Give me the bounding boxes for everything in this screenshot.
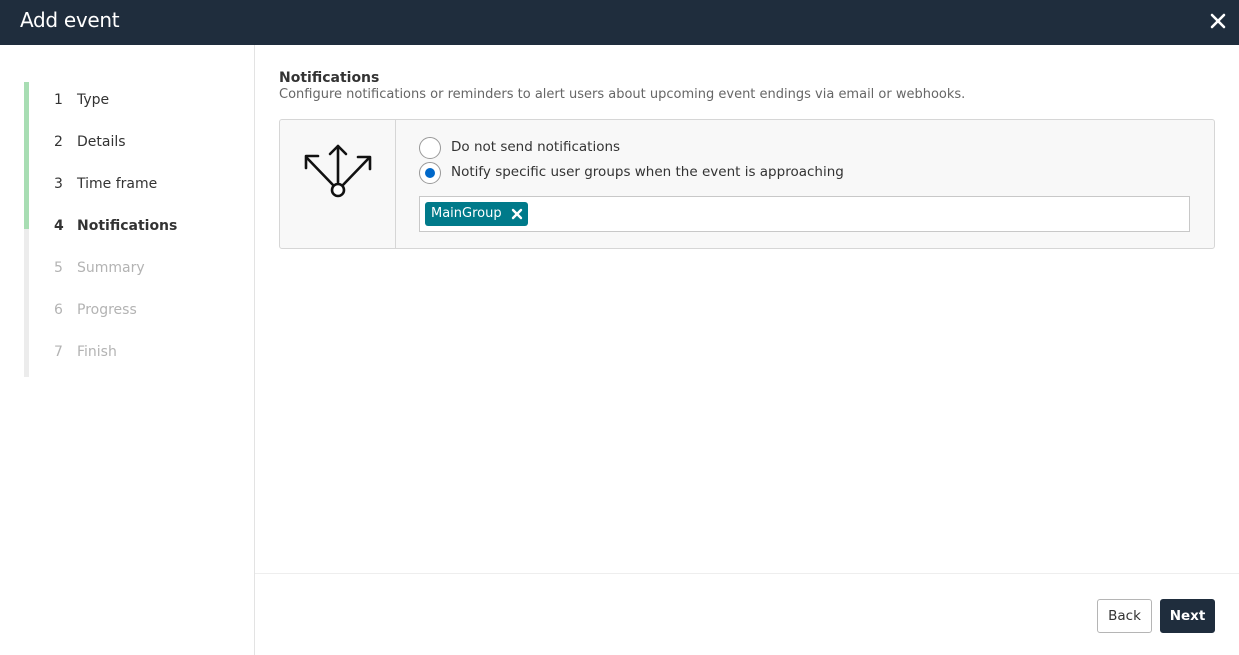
step-details[interactable]: 2 Details — [54, 134, 126, 156]
next-button[interactable]: Next — [1160, 599, 1215, 633]
branching-arrows-icon — [304, 144, 372, 198]
notify-groups-radio[interactable] — [419, 162, 441, 184]
card-icon-panel — [280, 120, 396, 248]
section-description: Configure notifications or reminders to … — [279, 87, 966, 102]
notify-groups-label: Notify specific user groups when the eve… — [451, 164, 844, 180]
notification-options-card: Do not send notifications Notify specifi… — [279, 119, 1215, 249]
step-label: Details — [77, 134, 126, 150]
remove-tag-icon — [511, 208, 522, 220]
step-finish: 7 Finish — [54, 344, 117, 366]
step-number: 7 — [54, 344, 63, 360]
no-notifications-radio[interactable] — [419, 137, 441, 159]
main-panel: Notifications Configure notifications or… — [255, 45, 1239, 655]
step-number: 3 — [54, 176, 63, 192]
dialog-title: Add event — [20, 8, 120, 32]
step-label: Notifications — [77, 218, 178, 234]
step-label: Type — [77, 92, 110, 108]
dialog-header: Add event — [0, 0, 1239, 45]
step-label: Summary — [77, 260, 145, 276]
remove-tag-button[interactable] — [511, 202, 523, 226]
step-time-frame[interactable]: 3 Time frame — [54, 176, 157, 198]
user-groups-input[interactable]: MainGroup — [419, 196, 1190, 232]
no-notifications-label: Do not send notifications — [451, 139, 621, 155]
close-button[interactable] — [1207, 10, 1229, 32]
dialog-footer: Back Next — [255, 573, 1239, 655]
step-type[interactable]: 1 Type — [54, 92, 109, 114]
step-label: Progress — [77, 302, 137, 318]
step-number: 4 — [54, 218, 64, 234]
section-title: Notifications — [279, 70, 380, 86]
user-group-tag: MainGroup — [425, 202, 528, 226]
step-number: 6 — [54, 302, 63, 318]
step-notifications[interactable]: 4 Notifications — [54, 218, 177, 240]
tag-label: MainGroup — [431, 206, 502, 221]
step-number: 2 — [54, 134, 63, 150]
step-label: Time frame — [77, 176, 158, 192]
step-summary: 5 Summary — [54, 260, 145, 282]
wizard-steps-sidebar: 1 Type 2 Details 3 Time frame 4 Notification… — [0, 45, 255, 655]
close-icon — [1210, 13, 1226, 29]
step-number: 1 — [54, 92, 63, 108]
step-label: Finish — [77, 344, 117, 360]
step-number: 5 — [54, 260, 63, 276]
back-button[interactable]: Back — [1097, 599, 1152, 633]
step-progress: 6 Progress — [54, 302, 137, 324]
step-progress-fill — [24, 82, 29, 229]
